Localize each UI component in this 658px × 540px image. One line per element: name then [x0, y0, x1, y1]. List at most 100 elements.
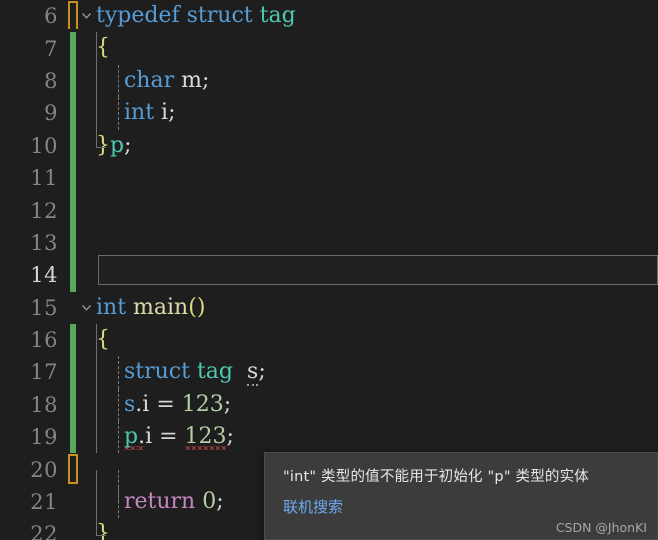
- gutter-change-bar[interactable]: [66, 292, 78, 324]
- line-number: 6: [44, 4, 58, 29]
- added-lines-marker: [70, 161, 76, 195]
- gutter-change-bar[interactable]: [66, 486, 78, 518]
- gutter-change-bar[interactable]: [66, 97, 78, 130]
- code-token: =: [149, 391, 182, 417]
- added-lines-marker: [70, 259, 76, 292]
- code-line[interactable]: 6 typedef struct tag: [0, 0, 658, 32]
- gutter-change-bar[interactable]: [66, 0, 78, 32]
- gutter-change-bar[interactable]: [66, 388, 78, 422]
- fold-region-line: [96, 129, 106, 148]
- gutter-change-bar[interactable]: [66, 32, 78, 65]
- added-lines-marker: [70, 32, 76, 65]
- added-lines-marker: [70, 323, 76, 357]
- code-line[interactable]: 15 int main(): [0, 292, 658, 324]
- code-token: m: [181, 67, 202, 93]
- fold-toggle[interactable]: [78, 0, 96, 32]
- gutter-change-bar[interactable]: [66, 161, 78, 195]
- code-text[interactable]: typedef struct tag: [96, 0, 658, 32]
- gutter-change-bar[interactable]: [66, 194, 78, 227]
- code-token: ;: [223, 391, 232, 417]
- line-number: 14: [30, 263, 58, 288]
- code-text[interactable]: char m;: [96, 64, 658, 98]
- code-token: s: [123, 391, 136, 417]
- code-token: {: [96, 35, 110, 61]
- code-token: {: [96, 326, 110, 352]
- code-text[interactable]: int i;: [96, 97, 658, 130]
- gutter-change-bar[interactable]: [66, 356, 78, 389]
- code-text[interactable]: struct tag s;: [96, 356, 658, 389]
- line-number: 16: [30, 328, 58, 353]
- fold-region-line: [96, 356, 97, 389]
- code-text[interactable]: {: [96, 323, 658, 357]
- chevron-down-icon[interactable]: [80, 9, 93, 22]
- line-number: 15: [30, 295, 58, 320]
- fold-region-line: [96, 64, 97, 98]
- code-line[interactable]: 16 {: [0, 323, 658, 357]
- code-token: =: [152, 424, 185, 450]
- code-token: ;: [124, 132, 132, 158]
- line-number: 20: [30, 457, 58, 482]
- code-token: struct: [186, 3, 253, 28]
- code-line[interactable]: 11: [0, 161, 658, 195]
- line-number: 10: [30, 133, 58, 158]
- code-token: p: [110, 132, 125, 158]
- added-lines-marker: [70, 97, 76, 130]
- code-token: struct: [123, 359, 190, 385]
- line-number: 11: [30, 166, 58, 191]
- chevron-down-icon[interactable]: [80, 301, 93, 314]
- line-number: 13: [30, 230, 58, 255]
- fold-toggle[interactable]: [78, 292, 96, 324]
- code-text[interactable]: s.i = 123;: [96, 388, 658, 422]
- code-token: char: [123, 67, 175, 93]
- line-number: 12: [30, 198, 58, 223]
- gutter-change-bar[interactable]: [66, 518, 78, 540]
- added-lines-marker: [70, 129, 76, 162]
- line-number: 21: [30, 490, 58, 515]
- code-line[interactable]: 10 }p;: [0, 129, 658, 162]
- code-text[interactable]: }p;: [96, 129, 658, 162]
- fold-region-line: [96, 323, 97, 357]
- code-token: s: [247, 359, 259, 387]
- gutter-change-bar[interactable]: [66, 323, 78, 357]
- gutter-change-bar[interactable]: [66, 64, 78, 98]
- code-line[interactable]: 9 int i;: [0, 97, 658, 130]
- code-text[interactable]: int main(): [96, 292, 658, 324]
- gutter-change-bar[interactable]: [66, 226, 78, 260]
- gutter-change-bar[interactable]: [66, 453, 78, 485]
- gutter-change-bar[interactable]: [66, 129, 78, 162]
- watermark: CSDN @JhonKI: [555, 520, 647, 535]
- error-hover-tooltip[interactable]: "int" 类型的值不能用于初始化 "p" 类型的实体 联机搜索 CSDN @J…: [264, 452, 658, 540]
- code-token: ;: [258, 359, 266, 385]
- gutter-change-bar[interactable]: [66, 259, 78, 292]
- error-token: 123: [184, 424, 227, 450]
- code-line[interactable]: 17 struct tag s;: [0, 356, 658, 389]
- indent-guide: [118, 97, 119, 130]
- code-line[interactable]: 19 p.i = 123;: [0, 421, 658, 454]
- code-text[interactable]: {: [96, 32, 658, 65]
- code-token: tag: [196, 359, 234, 385]
- active-line-selection-box[interactable]: [98, 255, 658, 285]
- code-line[interactable]: 7{: [0, 32, 658, 65]
- added-lines-marker: [70, 226, 76, 260]
- code-line[interactable]: 12: [0, 194, 658, 227]
- code-token: int: [96, 294, 127, 320]
- code-line[interactable]: 18 s.i = 123;: [0, 388, 658, 422]
- fold-region-line: [96, 518, 106, 537]
- online-search-link[interactable]: 联机搜索: [265, 486, 343, 517]
- code-text[interactable]: p.i = 123;: [96, 421, 658, 454]
- gutter-change-bar[interactable]: [66, 421, 78, 454]
- code-line[interactable]: 8 char m;: [0, 64, 658, 98]
